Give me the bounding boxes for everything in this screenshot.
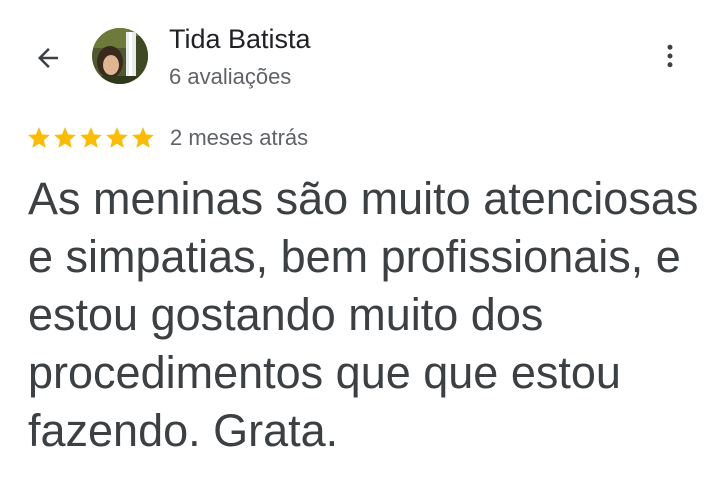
star-icon	[54, 127, 76, 148]
review-detail-screen: Tida Batista 6 avaliações 2 meses atrás …	[0, 0, 720, 502]
reviewer-review-count[interactable]: 6 avaliações	[169, 64, 291, 90]
star-icon	[80, 127, 102, 148]
reviewer-name[interactable]: Tida Batista	[169, 24, 311, 55]
back-button[interactable]	[24, 34, 72, 82]
rating-row: 2 meses atrás	[26, 124, 308, 152]
review-text: As meninas são muito atenciosas e simpat…	[28, 173, 699, 456]
review-date: 2 meses atrás	[170, 125, 309, 150]
arrow-left-icon	[38, 48, 58, 68]
waterfall-photo	[92, 28, 148, 84]
star-icon	[106, 127, 128, 148]
star-rating	[26, 125, 156, 151]
star-icon	[28, 127, 50, 148]
star-icon	[132, 127, 154, 148]
more-vertical-icon	[667, 44, 673, 68]
reviewer-avatar[interactable]	[92, 28, 148, 84]
more-options-button[interactable]	[648, 34, 692, 78]
